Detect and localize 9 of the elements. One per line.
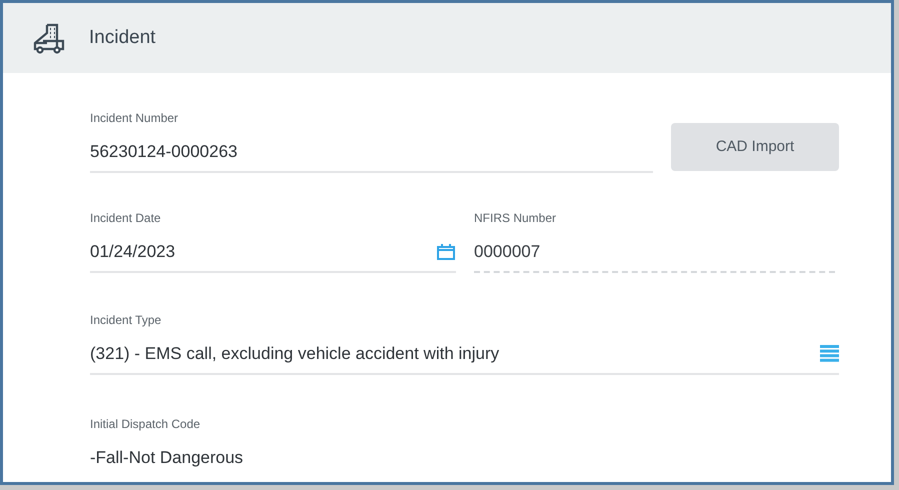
select-field[interactable]: Incident Type (321) - EMS call, excluding vehicle accident with injury — [90, 315, 839, 375]
list-icon[interactable] — [820, 345, 839, 362]
date-field[interactable]: Incident Date 01/24/2023 — [90, 213, 456, 273]
cad-import-button[interactable]: CAD Import — [671, 123, 839, 171]
section-title: Incident — [89, 26, 156, 50]
calendar-icon[interactable] — [436, 242, 456, 261]
text-field[interactable]: Incident Number 56230124-0000263 — [90, 113, 653, 173]
field-label: Initial Dispatch Code — [90, 416, 202, 433]
field-value: -Fall-Not Dangerous — [90, 447, 244, 469]
